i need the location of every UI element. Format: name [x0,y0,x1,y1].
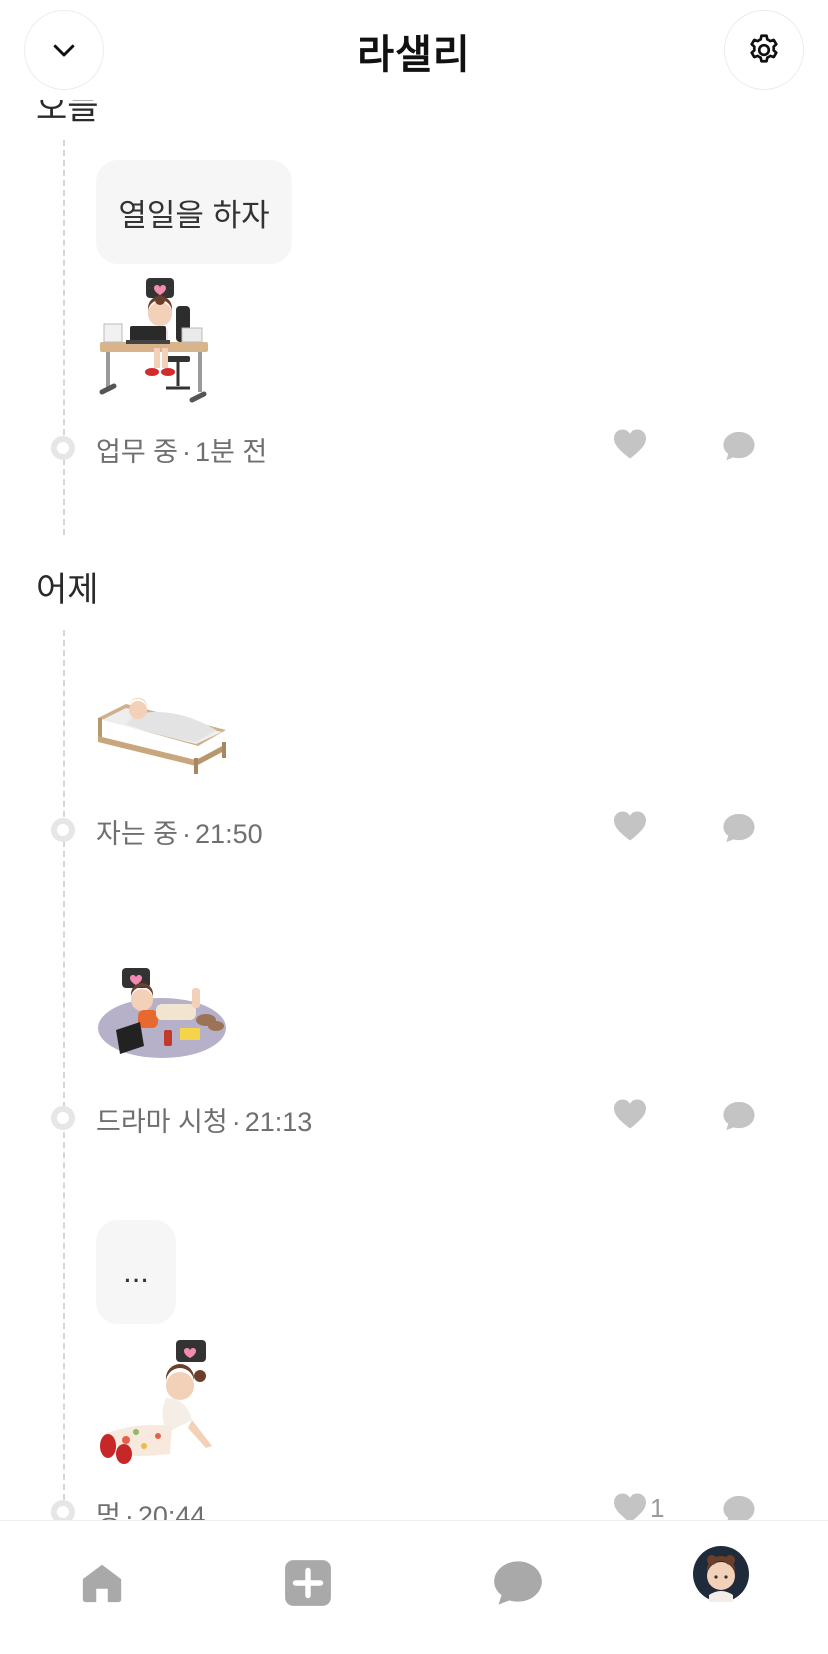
comment-button[interactable] [722,1494,756,1520]
post-meta: 드라마 시청 · 21:13 [96,1100,312,1139]
post-meta-row: 드라마 시청 · 21:13 [0,1096,828,1140]
profile-avatar [693,1546,749,1602]
chat-icon [494,1561,542,1605]
timeline-dot [51,436,75,460]
post-time: 1분 전 [195,437,268,467]
nav-add-button[interactable] [276,1551,340,1615]
post-meta-row: 멍 · 20:44 1 [0,1490,828,1520]
post-meta-row: 업무 중 · 1분 전 [0,426,828,470]
meta-separator: · [182,819,192,849]
speech-bubble-icon [723,431,755,461]
post-time: 21:50 [195,819,263,849]
post-meta: 업무 중 · 1분 전 [96,430,267,469]
comment-button[interactable] [722,812,756,849]
post-meta: 멍 · 20:44 [96,1494,205,1520]
add-icon [285,1560,331,1606]
post-time: 20:44 [137,1501,206,1520]
speech-bubble-icon [723,1101,755,1131]
post-meta-row: 자는 중 · 21:50 [0,808,828,852]
top-header: 라샐리 [0,0,828,100]
heart-icon [614,1493,646,1520]
status-message-bubble: 열일을 하자 [96,160,292,264]
timeline-line [63,140,65,535]
section-heading-yesterday: 어제 [36,571,99,609]
post-time: 21:13 [244,1107,313,1137]
heart-icon [614,1099,646,1129]
like-button[interactable] [612,428,648,460]
like-count: 1 [650,1492,665,1521]
status-message-bubble: ... [96,1220,176,1324]
character-lounging-illustration[interactable] [96,1336,220,1470]
character-desk-illustration[interactable] [96,276,216,410]
meta-separator: · [231,1107,241,1137]
meta-separator: · [124,1501,134,1520]
timeline-dot [51,818,75,842]
settings-button[interactable] [724,10,804,90]
speech-bubble-icon [723,813,755,843]
bottom-navigation [0,1520,828,1654]
character-bed-illustration[interactable] [96,696,228,776]
timeline-line [63,630,65,1520]
speech-bubble-icon [723,1495,755,1520]
meta-separator: · [182,437,192,467]
like-button[interactable] [612,1098,648,1130]
status-label: 멍 [96,1501,121,1520]
heart-icon [614,429,646,459]
character-tablet-illustration[interactable] [96,964,228,1062]
nav-chat-button[interactable] [486,1551,550,1615]
gear-icon [750,34,778,63]
timeline-dot [51,1106,75,1130]
status-label: 업무 중 [96,437,179,467]
nav-home-button[interactable] [70,1551,134,1615]
status-label: 드라마 시청 [96,1107,228,1137]
timeline-feed[interactable]: 오늘 열일을 하자 업무 중 · 1분 전 어제 자는 중 · 21:50 드라… [0,0,828,1520]
like-button[interactable]: 1 [612,1492,664,1520]
comment-button[interactable] [722,1100,756,1137]
status-label: 자는 중 [96,819,179,849]
heart-icon [614,811,646,841]
post-meta: 자는 중 · 21:50 [96,812,263,851]
page-title: 라샐리 [357,33,471,77]
like-button[interactable] [612,810,648,842]
timeline-dot [51,1500,75,1520]
comment-button[interactable] [722,430,756,467]
home-icon [82,1564,122,1603]
nav-profile-button[interactable] [692,1545,750,1603]
